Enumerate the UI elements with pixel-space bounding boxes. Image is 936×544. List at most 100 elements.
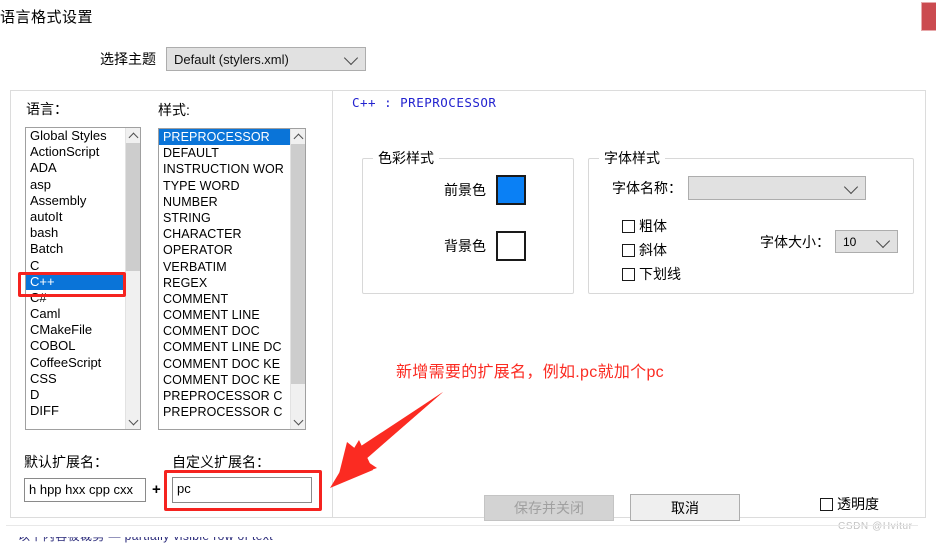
style-list-item[interactable]: VERBATIM	[159, 259, 290, 275]
style-list-item[interactable]: COMMENT LINE DC	[159, 339, 290, 355]
language-list-item[interactable]: ActionScript	[26, 144, 125, 160]
background-color-swatch[interactable]	[496, 231, 526, 261]
scroll-up-icon[interactable]	[126, 128, 140, 143]
style-list-item[interactable]: DEFAULT	[159, 145, 290, 161]
language-list-item[interactable]: DIFF	[26, 403, 125, 419]
transparency-checkbox[interactable]	[820, 497, 833, 511]
language-list-rows: Global Styles ActionScript ADA asp Assembly a…	[26, 128, 125, 429]
scroll-down-icon[interactable]	[126, 414, 140, 429]
language-list-item[interactable]: Assembly	[26, 193, 125, 209]
scrollbar-thumb[interactable]	[291, 144, 305, 384]
cancel-button[interactable]: 取消	[630, 494, 740, 521]
language-list-item[interactable]: C++	[26, 273, 125, 290]
style-list-item[interactable]: CHARACTER	[159, 226, 290, 242]
font-name-label: 字体名称：	[612, 180, 682, 196]
style-list-item[interactable]: PREPROCESSOR	[159, 129, 290, 146]
bold-label: 粗体	[639, 218, 667, 234]
language-list-item[interactable]: Global Styles	[26, 128, 125, 144]
language-list-item[interactable]: CSS	[26, 371, 125, 387]
style-list-item[interactable]: STRING	[159, 210, 290, 226]
language-list-item[interactable]: C#	[26, 290, 125, 306]
panel-divider	[332, 90, 333, 518]
default-extensions-label: 默认扩展名：	[24, 454, 108, 470]
style-heading: C++ : PREPROCESSOR	[352, 95, 497, 110]
default-extensions-input: h hpp hxx cpp cxx	[24, 478, 146, 502]
underline-label: 下划线	[639, 266, 681, 282]
style-list-item[interactable]: COMMENT	[159, 291, 290, 307]
font-size-select[interactable]: 10	[835, 230, 898, 253]
font-style-legend: 字体样式	[604, 150, 660, 166]
annotation-text: 新增需要的扩展名，例如.pc就加个pc	[396, 364, 664, 381]
italic-checkbox[interactable]	[622, 243, 635, 257]
foreground-color-swatch[interactable]	[496, 175, 526, 205]
style-list-rows: PREPROCESSOR DEFAULT INSTRUCTION WOR TYPE W…	[159, 129, 290, 429]
custom-extensions-label: 自定义扩展名：	[172, 454, 270, 470]
style-list-item[interactable]: PREPROCESSOR C	[159, 388, 290, 404]
foreground-color-row: 前景色	[444, 175, 526, 205]
language-list-item[interactable]: CoffeeScript	[26, 355, 125, 371]
underline-checkbox-row[interactable]: 下划线	[622, 264, 681, 284]
style-listbox[interactable]: PREPROCESSOR DEFAULT INSTRUCTION WOR TYPE W…	[158, 128, 306, 430]
scroll-down-icon[interactable]	[291, 414, 305, 429]
style-list-label: 样式:	[158, 102, 190, 118]
custom-extensions-input[interactable]: pc	[172, 477, 312, 503]
page-title: 语言格式设置	[0, 9, 94, 26]
theme-selected-value: Default (stylers.xml)	[174, 51, 289, 67]
background-color-label: 背景色	[444, 238, 486, 254]
transparency-checkbox-row[interactable]: 透明度	[820, 494, 879, 514]
cut-off-text: 以下内容被裁剪 — partially visible row of text	[18, 537, 273, 544]
italic-checkbox-row[interactable]: 斜体	[622, 240, 667, 260]
italic-label: 斜体	[639, 242, 667, 258]
color-style-group: 色彩样式	[362, 148, 574, 294]
language-list-item[interactable]: CMakeFile	[26, 322, 125, 338]
style-list-item[interactable]: COMMENT DOC KE	[159, 372, 290, 388]
language-list-item[interactable]: Caml	[26, 306, 125, 322]
theme-label: 选择主题	[100, 51, 156, 67]
scroll-up-icon[interactable]	[291, 129, 305, 144]
font-size-row: 字体大小： 10	[760, 230, 898, 253]
save-and-close-button[interactable]: 保存并关闭	[484, 495, 614, 521]
language-list-item[interactable]: asp	[26, 177, 125, 193]
color-style-legend: 色彩样式	[378, 150, 434, 166]
language-listbox[interactable]: Global Styles ActionScript ADA asp Assembly a…	[25, 127, 141, 430]
language-list-item[interactable]: Batch	[26, 241, 125, 257]
style-list-item[interactable]: REGEX	[159, 275, 290, 291]
style-list-item[interactable]: TYPE WORD	[159, 178, 290, 194]
cut-off-content: 以下内容被裁剪 — partially visible row of text	[0, 537, 936, 544]
chevron-down-icon	[875, 233, 891, 248]
style-list-item[interactable]: COMMENT DOC KE	[159, 356, 290, 372]
language-list-item[interactable]: C	[26, 258, 125, 274]
style-list-item[interactable]: PREPROCESSOR C	[159, 404, 290, 420]
font-name-row: 字体名称：	[612, 176, 866, 200]
style-list-item[interactable]: COMMENT DOC	[159, 323, 290, 339]
style-scrollbar[interactable]	[290, 129, 305, 429]
language-list-item[interactable]: ADA	[26, 160, 125, 176]
underline-checkbox[interactable]	[622, 267, 635, 281]
chevron-down-icon	[343, 50, 359, 66]
theme-selector-row: 选择主题 Default (stylers.xml)	[100, 47, 366, 71]
bold-checkbox[interactable]	[622, 219, 635, 233]
foreground-color-label: 前景色	[444, 182, 486, 198]
bold-checkbox-row[interactable]: 粗体	[622, 216, 667, 236]
theme-select[interactable]: Default (stylers.xml)	[166, 47, 366, 71]
background-color-row: 背景色	[444, 231, 526, 261]
language-list-item[interactable]: COBOL	[26, 338, 125, 354]
style-list-item[interactable]: INSTRUCTION WOR	[159, 161, 290, 177]
plus-separator: +	[152, 481, 161, 498]
font-size-value: 10	[843, 234, 857, 249]
style-list-item[interactable]: COMMENT LINE	[159, 307, 290, 323]
style-list-item[interactable]: OPERATOR	[159, 242, 290, 258]
font-name-select[interactable]	[688, 176, 866, 200]
language-list-label: 语言：	[26, 101, 68, 117]
language-list-item[interactable]: bash	[26, 225, 125, 241]
footer-divider	[6, 525, 918, 526]
close-icon[interactable]	[921, 2, 936, 31]
style-list-item[interactable]: NUMBER	[159, 194, 290, 210]
transparency-label: 透明度	[837, 496, 879, 512]
scrollbar-thumb[interactable]	[126, 143, 140, 271]
language-list-item[interactable]: autoIt	[26, 209, 125, 225]
chevron-down-icon	[843, 179, 859, 195]
language-scrollbar[interactable]	[125, 128, 140, 429]
font-size-label: 字体大小：	[760, 233, 830, 250]
language-list-item[interactable]: D	[26, 387, 125, 403]
